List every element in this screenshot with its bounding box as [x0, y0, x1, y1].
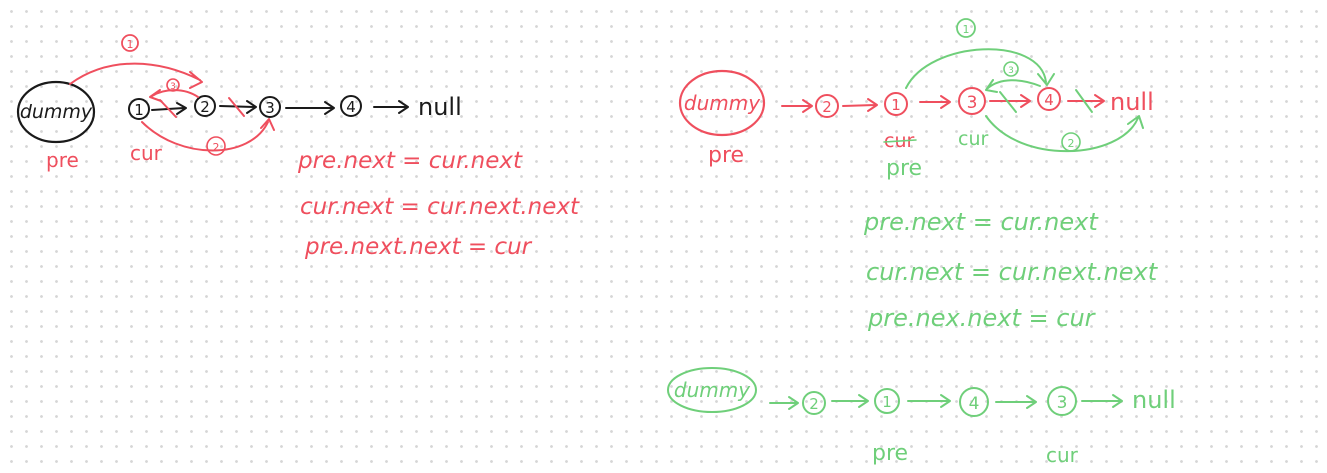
list-node-1-label: 1 [134, 101, 144, 119]
whiteboard-canvas: dummy 1 2 3 4 null 1 3 2 pre cur pre.nex… [16, 18, 1176, 467]
cur-label-3: cur [1046, 443, 1079, 467]
arrow-1-to-4-final [907, 394, 951, 408]
null-label-3: null [1132, 386, 1176, 414]
list-node-4b-label: 4 [1044, 91, 1054, 109]
step-3-mark-label: 3 [170, 82, 176, 92]
null-label: null [418, 93, 462, 121]
pre-label-under-1: pre [886, 156, 922, 181]
list-node-2-label: 2 [200, 98, 210, 116]
list-node-4-label: 4 [346, 98, 356, 116]
arrow-4-to-3-final [995, 395, 1037, 409]
diagram-3: dummy 2 1 4 3 null pre cur [667, 367, 1176, 467]
cur-label: cur [130, 141, 163, 165]
step-2-mark-label: 2 [213, 141, 220, 154]
pre-label: pre [46, 148, 79, 172]
arrow-3-to-null-final [1081, 394, 1123, 408]
list-node-1b-label: 1 [891, 96, 901, 114]
arrow-4-to-null [373, 100, 409, 114]
list-node-2b-label: 2 [822, 98, 832, 116]
list-node-3b-label: 3 [967, 93, 978, 113]
arrow-dummy-to-2-final [769, 396, 799, 410]
arrow-2-to-3 [219, 100, 257, 114]
step-1-arrow [69, 62, 203, 89]
dummy-node-label: dummy [20, 101, 93, 123]
step-1-mark-2-label: 1 [963, 23, 970, 36]
list-node-3c-label: 3 [1057, 393, 1068, 413]
cur-label-under-3: cur [958, 128, 988, 150]
code-line-1-2: pre.next = cur.next [863, 208, 1099, 236]
diagram-1: dummy 1 2 3 4 null 1 3 2 pre cur pre.nex… [16, 34, 580, 260]
list-node-2c-label: 2 [809, 395, 819, 413]
code-line-2: cur.next = cur.next.next [300, 194, 580, 220]
step-3-arrow-2 [985, 79, 1041, 93]
pre-label-3: pre [872, 441, 908, 466]
null-label-2: null [1110, 88, 1154, 116]
arrow-2-to-1-final [831, 394, 869, 408]
dummy-node-label-2: dummy [684, 91, 761, 115]
list-node-4c-label: 4 [969, 394, 980, 414]
step-3-mark-2-label: 3 [1008, 66, 1014, 76]
arrow-3-to-4 [285, 101, 335, 115]
arrow-2-to-1 [842, 98, 878, 112]
step-1-mark-label: 1 [127, 38, 134, 51]
pre-label-2: pre [708, 143, 744, 168]
code-line-1: pre.next = cur.next [297, 148, 523, 174]
code-line-2-2: cur.next = cur.next.next [866, 258, 1159, 286]
step-2-arrow-2 [985, 115, 1144, 153]
arrow-1-to-3 [919, 95, 951, 109]
dummy-node-label-3: dummy [674, 378, 751, 402]
list-node-1c-label: 1 [882, 393, 892, 411]
code-line-3: pre.next.next = cur [304, 234, 533, 260]
diagram-2: dummy 2 1 3 4 null 1 3 2 pre cur pre cur… [678, 18, 1159, 332]
code-line-3-2: pre.nex.next = cur [867, 304, 1097, 332]
arrow-dummy-to-2 [781, 99, 813, 113]
list-node-3-label: 3 [265, 99, 275, 117]
step-2-mark-2-label: 2 [1068, 137, 1075, 150]
